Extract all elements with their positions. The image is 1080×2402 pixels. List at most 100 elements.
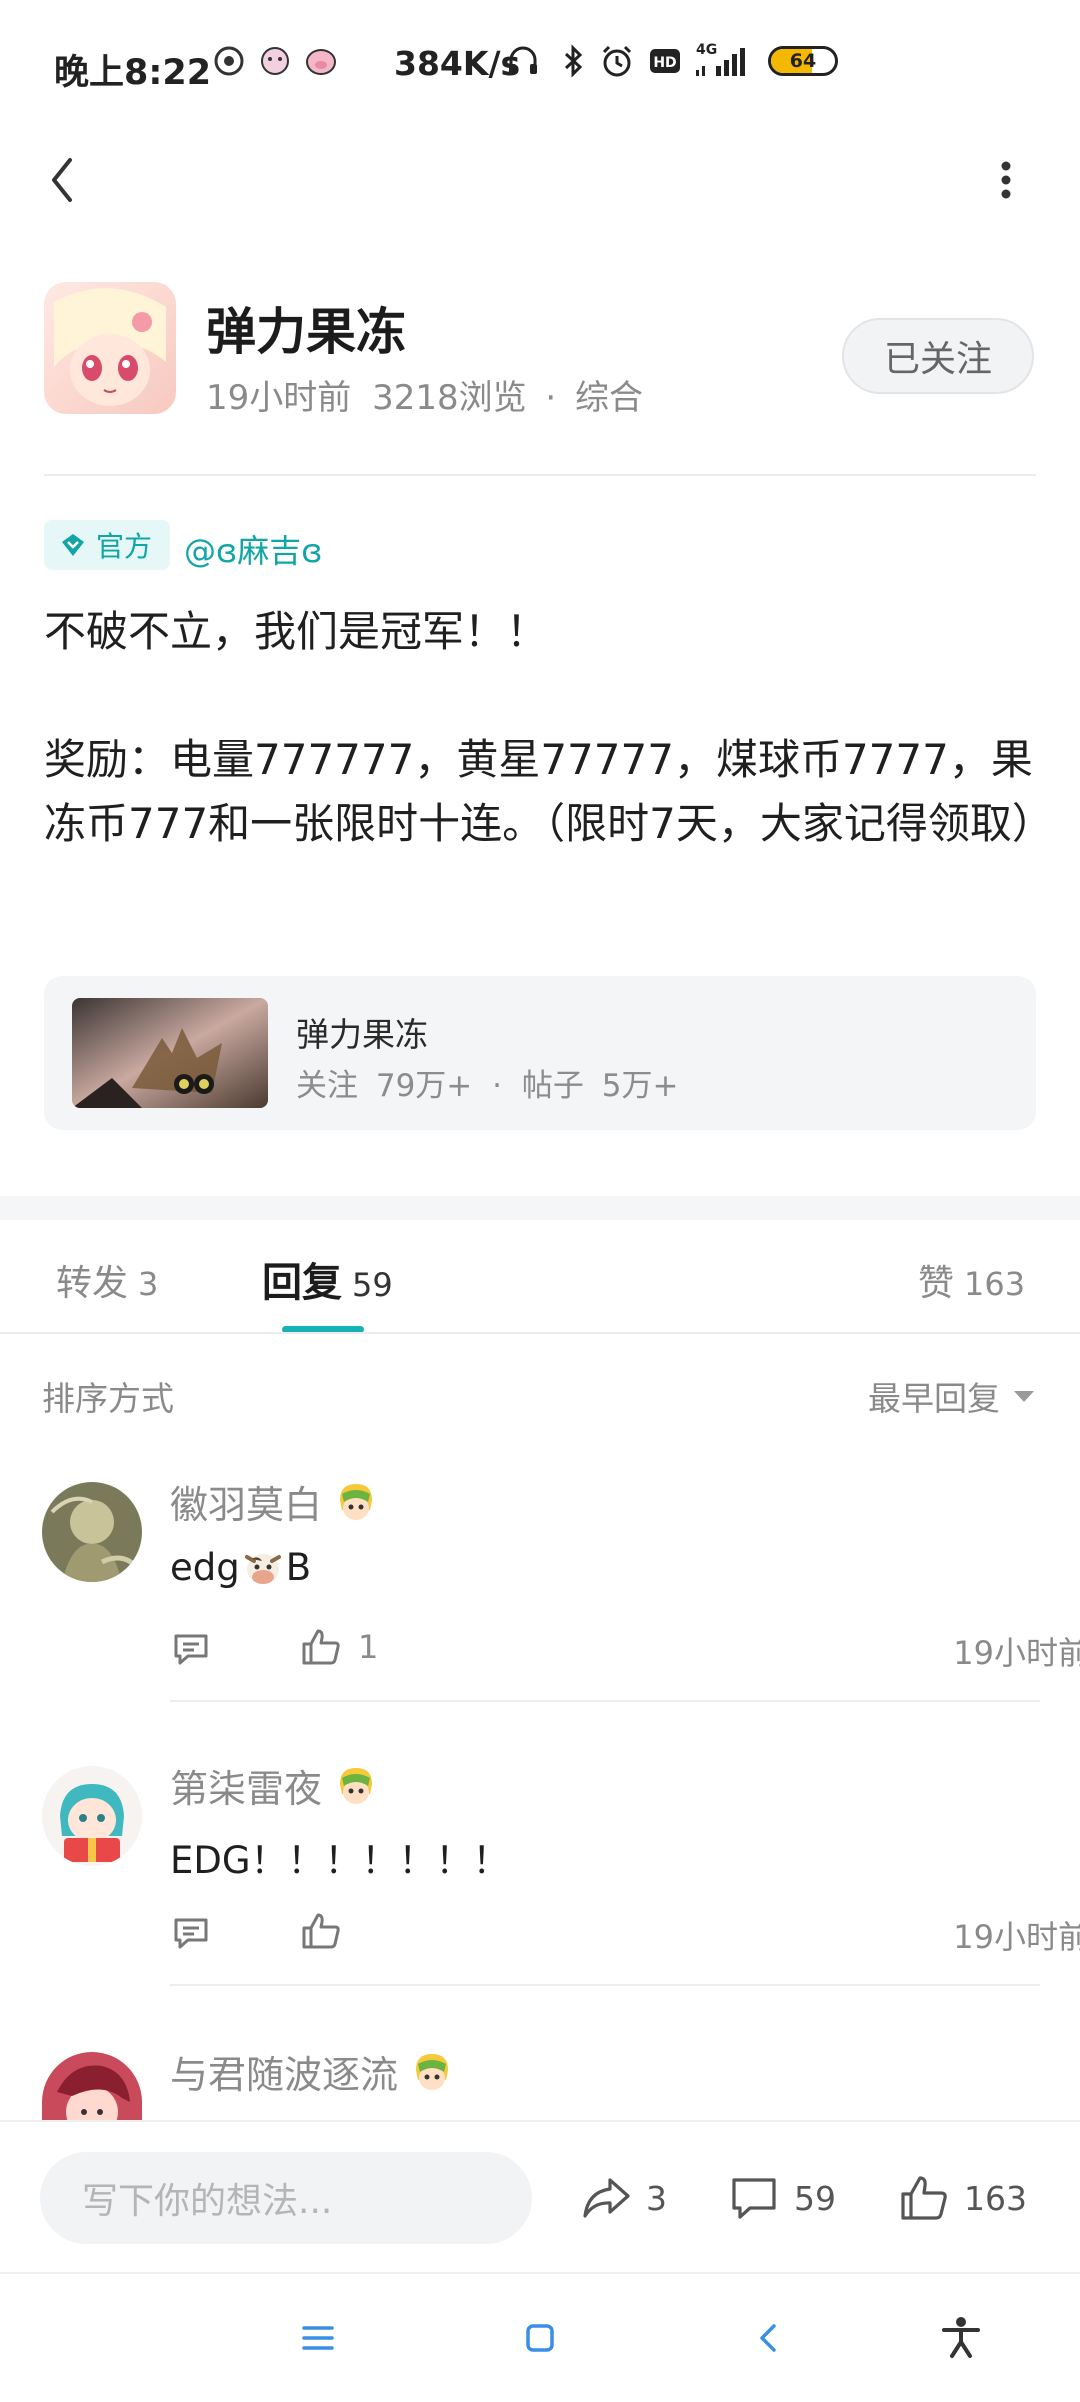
alarm-icon xyxy=(602,45,632,77)
comment-text-part: edg xyxy=(170,1546,240,1589)
share-count: 3 xyxy=(646,2178,667,2218)
mention-link[interactable]: @ɞ麻吉ɞ xyxy=(184,526,323,572)
chevron-left-icon xyxy=(52,158,72,202)
status-bar: 晚上8:22 384K/s HD 4G 64 xyxy=(0,0,1080,130)
tab-reply-label: 回复 xyxy=(262,1260,342,1306)
level-badge-icon xyxy=(340,1483,373,1520)
commenter-name-text: 徽羽莫白 xyxy=(170,1483,323,1527)
tab-forward[interactable]: 转发 3 xyxy=(56,1254,158,1306)
headphones-icon xyxy=(509,46,537,74)
follow-button[interactable]: 已关注 xyxy=(842,318,1034,394)
post-content: 不破不立，我们是冠军！！ 奖励：电量777777，黄星77777，煤球币7777… xyxy=(44,600,1054,856)
commenter-avatar[interactable] xyxy=(42,2052,142,2120)
post-category[interactable]: 综合 xyxy=(575,378,643,418)
hd-icon: HD xyxy=(650,49,680,73)
comment-actions: 19小时前 xyxy=(170,1908,1080,1958)
comment-text-part: B xyxy=(285,1546,312,1589)
post-meta: 19小时前 3218浏览 · 综合 xyxy=(206,370,643,419)
svg-text:HD: HD xyxy=(653,55,676,71)
home-icon[interactable] xyxy=(520,2318,560,2358)
post-text-line: 奖励：电量777777，黄星77777，煤球币7777，果冻币777和一张限时十… xyxy=(44,735,1054,848)
author-name[interactable]: 弹力果冻 xyxy=(206,292,406,364)
reply-icon[interactable] xyxy=(170,1912,212,1954)
level-badge-icon xyxy=(340,1767,373,1804)
comment-icon xyxy=(732,2178,776,2219)
comment-input[interactable]: 写下你的想法... xyxy=(40,2152,532,2244)
post-text-line: 不破不立，我们是冠军！！ xyxy=(44,607,549,656)
meta-separator: · xyxy=(492,1068,502,1104)
app-icon xyxy=(214,46,244,76)
more-options-button[interactable] xyxy=(966,140,1046,220)
topic-stats: 关注 79万+ · 帖子 5万+ xyxy=(296,1060,678,1105)
diamond-icon xyxy=(62,534,84,556)
network-speed: 384K/s xyxy=(394,44,521,83)
comment-text: edg B xyxy=(170,1546,311,1589)
like-button[interactable]: 163 xyxy=(898,2152,1027,2244)
official-badge: 官方 xyxy=(44,520,171,570)
system-nav-bar xyxy=(0,2272,1080,2402)
author-avatar[interactable] xyxy=(44,282,176,414)
like-icon[interactable] xyxy=(300,1626,342,1668)
bluetooth-icon xyxy=(564,44,583,78)
battery-level: 64 xyxy=(789,50,817,72)
commenter-name[interactable]: 第柒雷夜 xyxy=(170,1758,378,1813)
battery-icon: 64 xyxy=(768,46,838,76)
app-icon xyxy=(261,47,289,75)
tab-likes-label: 赞 xyxy=(918,1263,955,1304)
comment-divider xyxy=(170,1700,1040,1702)
commenter-name[interactable]: 徽羽莫白 xyxy=(170,1474,378,1529)
like-icon[interactable] xyxy=(300,1910,342,1952)
divider xyxy=(0,1332,1080,1334)
share-button[interactable]: 3 xyxy=(580,2152,667,2244)
tab-reply[interactable]: 回复 59 xyxy=(262,1250,393,1308)
menu-icon[interactable] xyxy=(298,2318,338,2358)
status-time: 晚上8:22 xyxy=(54,53,212,93)
app-icon xyxy=(306,49,336,75)
reply-icon[interactable] xyxy=(170,1628,212,1670)
comment-count: 59 xyxy=(794,2178,836,2218)
topic-thumbnail xyxy=(72,998,268,1108)
back-nav-icon[interactable] xyxy=(748,2318,788,2358)
commenter-name[interactable]: 与君随波逐流 xyxy=(170,2044,454,2099)
tab-forward-label: 转发 xyxy=(56,1263,129,1304)
section-separator xyxy=(0,1196,1080,1220)
topic-thumbnail-image xyxy=(72,998,268,1108)
comment-time: 19小时前 xyxy=(953,1918,1080,1956)
comment-time: 19小时前 xyxy=(953,1634,1080,1672)
commenter-name-text: 与君随波逐流 xyxy=(170,2053,399,2097)
commenter-avatar-image xyxy=(42,2052,142,2120)
comment-like-count: 1 xyxy=(358,1628,379,1666)
sort-dropdown[interactable]: 最早回复 xyxy=(868,1372,1036,1420)
sort-label: 排序方式 xyxy=(42,1379,174,1418)
level-badge-icon xyxy=(416,2053,449,2090)
topic-follow-label: 关注 xyxy=(296,1068,358,1104)
comment-text: EDG！！！！！！！ xyxy=(170,1839,510,1882)
commenter-avatar[interactable] xyxy=(42,1482,142,1582)
like-count: 163 xyxy=(964,2178,1027,2218)
post-views: 3218浏览 xyxy=(372,378,527,418)
bottom-action-bar: 写下你的想法... 3 59 163 xyxy=(0,2120,1080,2274)
tab-reply-count: 59 xyxy=(352,1266,393,1304)
accessibility-icon[interactable] xyxy=(938,2314,984,2360)
tab-likes-count: 163 xyxy=(964,1265,1026,1303)
back-button[interactable] xyxy=(34,140,114,220)
commenter-avatar-image xyxy=(42,1766,142,1866)
commenter-name-text: 第柒雷夜 xyxy=(170,1767,323,1811)
meta-separator: · xyxy=(545,378,557,418)
cow-emoji-icon xyxy=(244,1553,281,1584)
topic-title: 弹力果冻 xyxy=(296,1015,428,1054)
topic-posts-label: 帖子 xyxy=(521,1068,584,1104)
comment-button[interactable]: 59 xyxy=(728,2152,836,2244)
caret-down-icon xyxy=(1014,1391,1034,1402)
signal-icon xyxy=(696,48,745,76)
comment-actions: 1 19小时前 xyxy=(170,1624,1080,1674)
tab-likes[interactable]: 赞 163 xyxy=(918,1254,1025,1306)
topic-follow-count: 79万+ xyxy=(375,1068,473,1104)
share-icon xyxy=(583,2178,630,2218)
author-avatar-image xyxy=(44,282,176,414)
topic-card[interactable]: 弹力果冻 关注 79万+ · 帖子 5万+ xyxy=(44,976,1036,1130)
commenter-avatar[interactable] xyxy=(42,1766,142,1866)
official-badge-label: 官方 xyxy=(96,530,153,563)
sort-value: 最早回复 xyxy=(868,1379,1000,1418)
commenter-avatar-image xyxy=(42,1482,142,1582)
